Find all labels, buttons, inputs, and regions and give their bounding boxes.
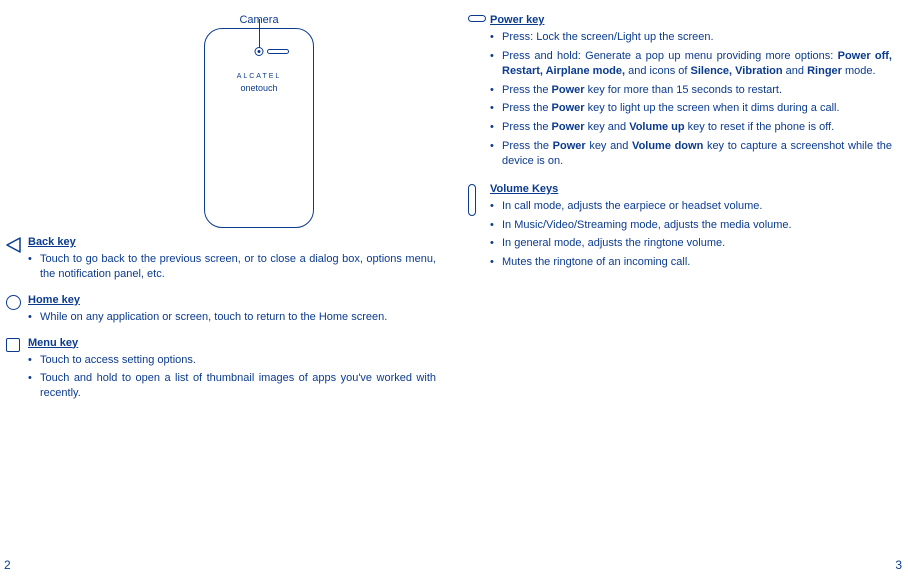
phone-illustration-wrap: ALCATEL onetouch bbox=[6, 28, 436, 228]
brand-text-2: onetouch bbox=[205, 83, 313, 93]
section-menu-key: Menu key Touch to access setting options… bbox=[6, 337, 436, 406]
heading-back-key: Back key bbox=[28, 236, 436, 248]
bullet: Touch and hold to open a list of thumbna… bbox=[28, 371, 436, 401]
bullet: Press and hold: Generate a pop up menu p… bbox=[490, 49, 892, 79]
bullet: Mutes the ringtone of an incoming call. bbox=[490, 255, 892, 270]
camera-callout-line bbox=[259, 19, 260, 49]
heading-power-key: Power key bbox=[490, 14, 892, 26]
heading-home-key: Home key bbox=[28, 294, 436, 306]
section-power-key: Power key Press: Lock the screen/Light u… bbox=[468, 14, 892, 173]
menu-key-icon bbox=[6, 337, 28, 406]
page-left: Camera ALCATEL onetouch Back key Touch t… bbox=[0, 0, 454, 580]
home-key-icon bbox=[6, 294, 28, 329]
bullet: While on any application or screen, touc… bbox=[28, 310, 436, 325]
back-key-icon bbox=[6, 236, 28, 286]
bullet: Press the Power key and Volume up key to… bbox=[490, 120, 892, 135]
bullet: Press the Power key and Volume down key … bbox=[490, 139, 892, 169]
power-key-icon bbox=[468, 14, 490, 173]
bullet: Press the Power key to light up the scre… bbox=[490, 101, 892, 116]
bullet: Press the Power key for more than 15 sec… bbox=[490, 83, 892, 98]
bullet: In call mode, adjusts the earpiece or he… bbox=[490, 199, 892, 214]
bullet: Press: Lock the screen/Light up the scre… bbox=[490, 30, 892, 45]
speaker-slot-icon bbox=[267, 49, 289, 54]
bullet: In Music/Video/Streaming mode, adjusts t… bbox=[490, 218, 892, 233]
section-home-key: Home key While on any application or scr… bbox=[6, 294, 436, 329]
page-number-left: 2 bbox=[4, 558, 11, 572]
power-key-bullets: Press: Lock the screen/Light up the scre… bbox=[490, 30, 892, 169]
bullet: Touch to go back to the previous screen,… bbox=[28, 252, 436, 282]
bullet: Touch to access setting options. bbox=[28, 353, 436, 368]
section-back-key: Back key Touch to go back to the previou… bbox=[6, 236, 436, 286]
heading-menu-key: Menu key bbox=[28, 337, 436, 349]
page-spread: Camera ALCATEL onetouch Back key Touch t… bbox=[0, 0, 908, 580]
bullet: In general mode, adjusts the ringtone vo… bbox=[490, 236, 892, 251]
camera-icon bbox=[255, 47, 264, 56]
brand-text-1: ALCATEL bbox=[205, 73, 313, 80]
heading-volume-keys: Volume Keys bbox=[490, 183, 892, 195]
section-volume-keys: Volume Keys In call mode, adjusts the ea… bbox=[468, 183, 892, 274]
page-number-right: 3 bbox=[895, 558, 902, 572]
page-right: Power key Press: Lock the screen/Light u… bbox=[454, 0, 908, 580]
phone-illustration: ALCATEL onetouch bbox=[204, 28, 314, 228]
volume-keys-icon bbox=[468, 183, 490, 274]
